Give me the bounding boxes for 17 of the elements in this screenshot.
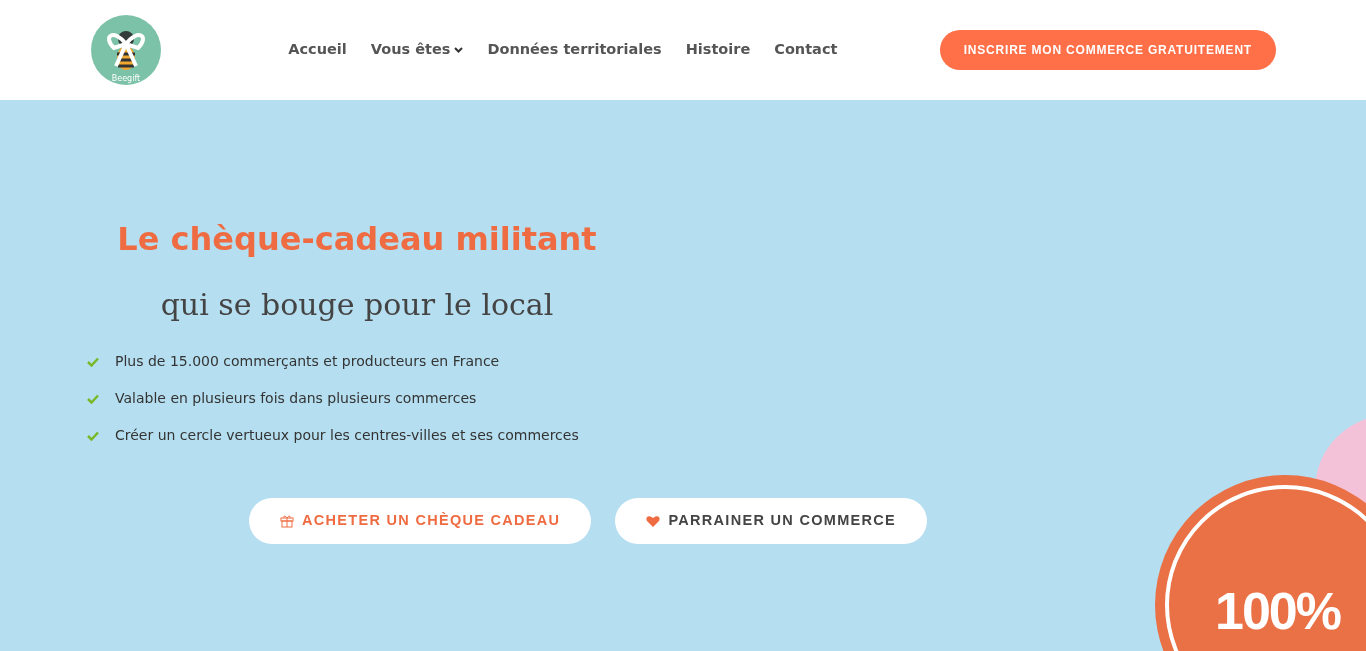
check-icon xyxy=(87,430,99,441)
hero-title: Le chèque-cadeau militant xyxy=(116,220,598,259)
feature-text: Créer un cercle vertueux pour les centres-villes et ses commerces xyxy=(115,426,579,446)
check-icon xyxy=(87,393,99,404)
nav-link[interactable]: Données territoriales xyxy=(487,39,662,61)
nav-link[interactable]: Contact xyxy=(774,39,838,61)
check-icon xyxy=(87,356,99,367)
gift-icon xyxy=(280,514,294,529)
nav-link[interactable]: Histoire xyxy=(685,39,751,61)
feature-text: Valable en plusieurs fois dans plusieurs commerces xyxy=(115,389,477,409)
action-button[interactable]: PARRAINER UN COMMERCE xyxy=(615,498,927,545)
hero-subtitle: qui se bouge pour le local xyxy=(159,286,555,325)
heart-icon xyxy=(646,515,661,528)
nav-link[interactable]: Accueil xyxy=(288,39,347,61)
feature-text: Plus de 15.000 commerçants et producteurs en France xyxy=(115,352,500,372)
badge-text: 100% xyxy=(1215,581,1340,642)
nav-link[interactable]: Vous êtes xyxy=(370,39,464,61)
